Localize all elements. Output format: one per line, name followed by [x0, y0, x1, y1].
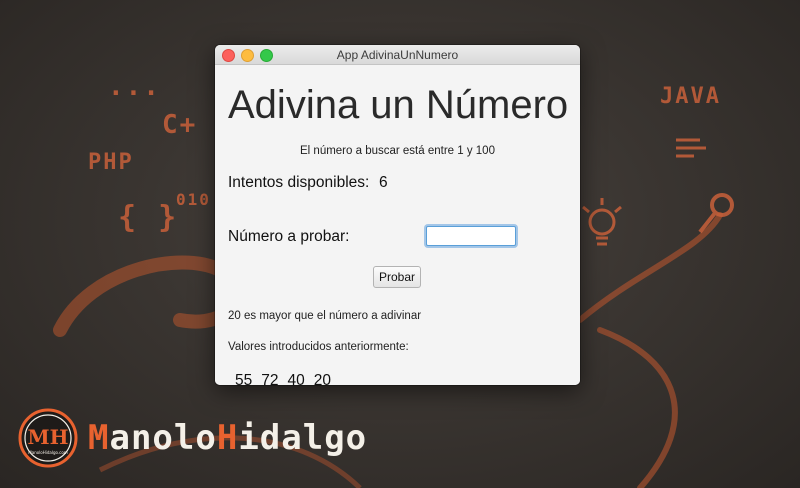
window-title: App AdivinaUnNumero: [336, 47, 459, 62]
previous-value: 72: [261, 372, 279, 385]
bg-label-binary: 010: [176, 190, 211, 209]
logo-letters: MH: [27, 425, 68, 449]
decorative-curve-right: [577, 212, 723, 488]
previous-value: 55: [235, 372, 253, 385]
attempts-label: Intentos disponibles:: [228, 174, 370, 191]
previous-value: 40: [287, 372, 305, 385]
lightbulb-icon: [582, 198, 622, 246]
brand-logo: MH ManoloHidalgo.com: [18, 408, 78, 468]
bg-label-java: JAVA: [660, 84, 721, 109]
bg-label-cplus: C+: [162, 110, 198, 140]
window-controls: [222, 49, 273, 62]
bg-label-braces: { }: [118, 200, 179, 235]
menu-lines-icon: [676, 138, 706, 158]
bg-label-php: PHP: [88, 150, 134, 175]
brand-first-initial: M: [88, 418, 110, 458]
close-window-button[interactable]: [222, 49, 235, 62]
logo-caption: ManoloHidalgo.com: [28, 450, 67, 455]
bg-label-dots: ...: [108, 72, 161, 102]
guess-label: Número a probar:: [228, 228, 350, 245]
previous-value: 20: [313, 372, 331, 385]
brand-last-rest: idalgo: [238, 418, 368, 458]
maximize-window-button[interactable]: [260, 49, 273, 62]
brand-last-initial: H: [216, 418, 239, 458]
page-title: Adivina un Número: [228, 83, 569, 127]
brand-name: ManoloHidalgo: [88, 418, 367, 458]
try-button[interactable]: Probar: [373, 266, 421, 288]
hint-text: 20 es mayor que el número a adivinar: [228, 310, 422, 322]
range-text: El número a buscar está entre 1 y 100: [300, 145, 495, 157]
guess-input[interactable]: [426, 226, 516, 246]
attempts-value: 6: [379, 174, 388, 191]
magnifier-icon: [698, 193, 734, 234]
window-content: Adivina un Número El número a buscar est…: [215, 65, 580, 385]
app-window: App AdivinaUnNumero Adivina un Número El…: [215, 45, 580, 385]
decorative-curve-left: [53, 255, 246, 337]
minimize-window-button[interactable]: [241, 49, 254, 62]
brand-first-rest: anolo: [109, 418, 217, 458]
previous-values-label: Valores introducidos anteriormente:: [228, 341, 409, 353]
previous-values-list: 55 72 40 20: [235, 372, 331, 385]
title-bar[interactable]: App AdivinaUnNumero: [215, 45, 580, 65]
